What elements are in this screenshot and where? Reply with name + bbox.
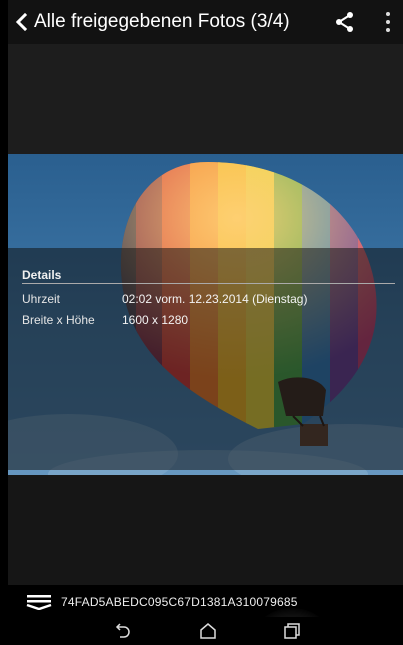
- dimensions-label: Breite x Höhe: [22, 313, 95, 327]
- album-identifier: 74FAD5ABEDC095C67D1381A310079685: [61, 595, 298, 609]
- details-heading: Details: [22, 268, 62, 282]
- chevron-left-icon: [15, 13, 28, 31]
- recents-icon: [284, 623, 300, 639]
- time-label: Uhrzeit: [22, 292, 61, 306]
- back-icon: [115, 623, 130, 638]
- dimensions-value: 1600 x 1280: [122, 313, 189, 327]
- action-bar: Alle freigegebenen Fotos (3/4): [8, 0, 403, 44]
- nav-back-button[interactable]: [114, 621, 134, 641]
- letterbox-bottom: [8, 475, 403, 585]
- page-title: Alle freigegebenen Fotos (3/4): [34, 11, 290, 32]
- album-strip: 74FAD5ABEDC095C67D1381A310079685: [8, 585, 403, 617]
- layers-icon: [26, 595, 52, 611]
- home-icon: [200, 623, 216, 639]
- system-nav-bar: [8, 617, 403, 645]
- layers-button[interactable]: [26, 594, 52, 611]
- nav-recents-button[interactable]: [282, 621, 302, 641]
- overflow-menu-icon: [386, 12, 390, 16]
- time-value: 02:02 vorm. 12.23.2014 (Dienstag): [122, 292, 308, 306]
- photo-viewer-screen: Alle freigegebenen Fotos (3/4) Details U…: [8, 0, 403, 645]
- share-icon: [336, 12, 353, 32]
- details-panel: Details Uhrzeit 02:02 vorm. 12.23.2014 (…: [8, 248, 403, 470]
- overflow-menu-button[interactable]: [380, 10, 396, 34]
- share-button[interactable]: [333, 10, 357, 34]
- details-divider: [22, 283, 395, 284]
- back-button[interactable]: [8, 0, 34, 44]
- nav-home-button[interactable]: [198, 621, 218, 641]
- letterbox-top: [8, 44, 403, 154]
